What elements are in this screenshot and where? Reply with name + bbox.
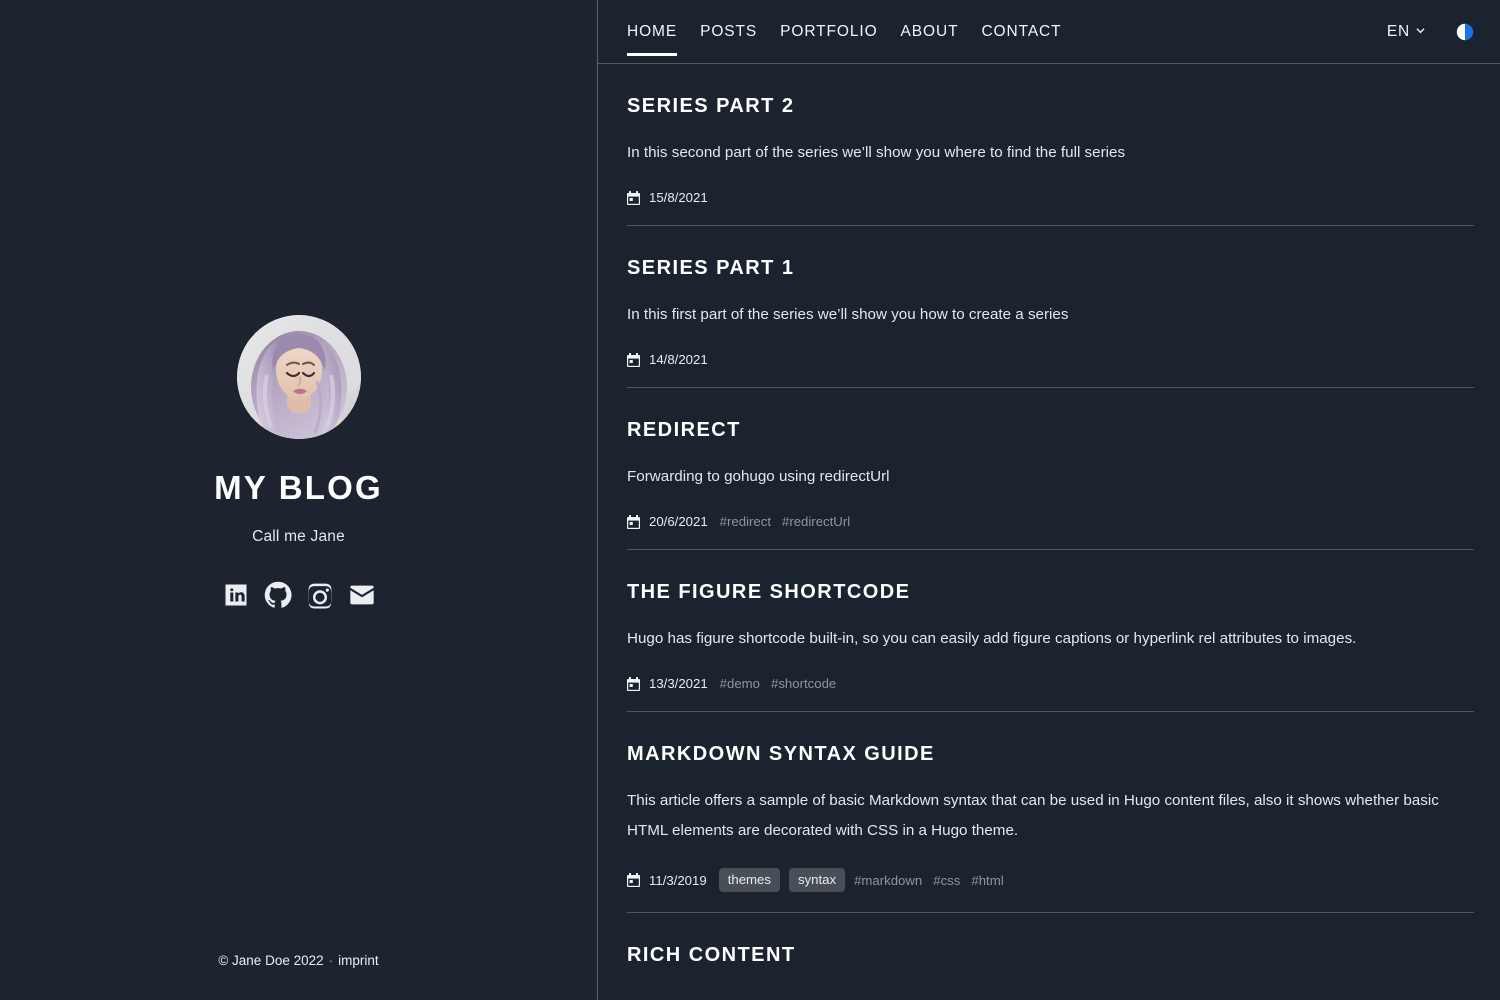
post-title[interactable]: SERIES PART 1 (627, 257, 1474, 280)
post-item: THE FIGURE SHORTCODE Hugo has figure shor… (627, 550, 1474, 712)
post-summary: Hugo has figure shortcode built-in, so y… (627, 630, 1357, 647)
post-tag[interactable]: #shortcode (771, 676, 836, 691)
blog-title: MY BLOG (214, 469, 383, 506)
post-item: REDIRECT Forwarding to gohugo using redir… (627, 388, 1474, 550)
calendar-icon (627, 873, 640, 888)
post-tag[interactable]: #html (971, 873, 1003, 888)
nav-item-portfolio[interactable]: PORTFOLIO (780, 0, 877, 64)
post-meta: 11/3/2019 themes syntax #markdown #css #html (627, 868, 1474, 912)
language-selector[interactable]: EN (1387, 23, 1426, 41)
instagram-icon[interactable] (306, 581, 334, 609)
copyright-text: © Jane Doe 2022 (218, 953, 324, 968)
linkedin-icon[interactable] (222, 581, 250, 609)
post-tag[interactable]: #demo (720, 676, 760, 691)
post-meta: 13/3/2021 #demo #shortcode (627, 676, 1474, 711)
post-meta: 14/8/2021 (627, 352, 1474, 387)
email-icon[interactable] (348, 581, 376, 609)
post-date: 13/3/2021 (649, 676, 708, 691)
post-summary: Forwarding to gohugo using redirectUrl (627, 468, 890, 485)
main-content: HOME POSTS PORTFOLIO ABOUT CONTACT EN SERIES… (598, 0, 1500, 1000)
nav-item-contact[interactable]: CONTACT (981, 0, 1061, 64)
nav-right-controls: EN (1387, 23, 1474, 41)
post-title[interactable]: MARKDOWN SYNTAX GUIDE (627, 743, 1474, 766)
post-summary: In this first part of the series we’ll s… (627, 306, 1069, 323)
social-links (222, 581, 376, 609)
nav-item-about[interactable]: ABOUT (901, 0, 959, 64)
github-icon[interactable] (264, 581, 292, 609)
post-title[interactable]: RICH CONTENT (627, 944, 1474, 967)
post-title[interactable]: SERIES PART 2 (627, 95, 1474, 118)
avatar (236, 315, 361, 439)
footer-separator: · (328, 953, 334, 968)
nav-item-posts[interactable]: POSTS (700, 0, 757, 64)
tagline: Call me Jane (252, 528, 345, 545)
post-date: 14/8/2021 (649, 352, 708, 367)
sidebar: MY BLOG Call me Jane © Jane Doe 2022 · imp… (0, 0, 598, 1000)
post-summary: This article offers a sample of basic Ma… (627, 792, 1439, 839)
post-meta: 20/6/2021 #redirect #redirectUrl (627, 514, 1474, 549)
post-date: 20/6/2021 (649, 514, 708, 529)
post-title[interactable]: THE FIGURE SHORTCODE (627, 581, 1474, 604)
nav-item-home[interactable]: HOME (627, 0, 678, 64)
calendar-icon (627, 352, 640, 367)
post-item: MARKDOWN SYNTAX GUIDE This article offers… (627, 712, 1474, 914)
top-navigation: HOME POSTS PORTFOLIO ABOUT CONTACT EN (598, 0, 1500, 64)
calendar-icon (627, 514, 640, 529)
post-item: SERIES PART 2 In this second part of the … (627, 64, 1474, 226)
post-tag[interactable]: #redirectUrl (782, 514, 850, 529)
post-item: RICH CONTENT (627, 913, 1474, 967)
post-tag[interactable]: #redirect (720, 514, 771, 529)
sidebar-footer: © Jane Doe 2022 · imprint (0, 953, 597, 968)
post-date: 11/3/2019 (649, 872, 707, 888)
language-label: EN (1386, 22, 1410, 40)
post-item: SERIES PART 1 In this first part of the s… (627, 226, 1474, 388)
calendar-icon (627, 190, 640, 205)
nav-links: HOME POSTS PORTFOLIO ABOUT CONTACT (627, 0, 1062, 64)
post-category-badge[interactable]: syntax (788, 868, 846, 893)
post-tag[interactable]: #css (933, 873, 960, 888)
post-list: SERIES PART 2 In this second part of the … (598, 64, 1500, 967)
chevron-down-icon (1415, 26, 1426, 37)
theme-toggle-button[interactable] (1456, 23, 1474, 41)
post-category-badge[interactable]: themes (718, 868, 780, 893)
post-meta: 15/8/2021 (627, 190, 1474, 225)
imprint-link[interactable]: imprint (338, 953, 379, 968)
post-tag[interactable]: #markdown (854, 873, 922, 888)
post-summary: In this second part of the series we’ll … (627, 144, 1126, 161)
calendar-icon (627, 676, 640, 691)
post-date: 15/8/2021 (649, 190, 708, 205)
post-title[interactable]: REDIRECT (627, 419, 1474, 442)
